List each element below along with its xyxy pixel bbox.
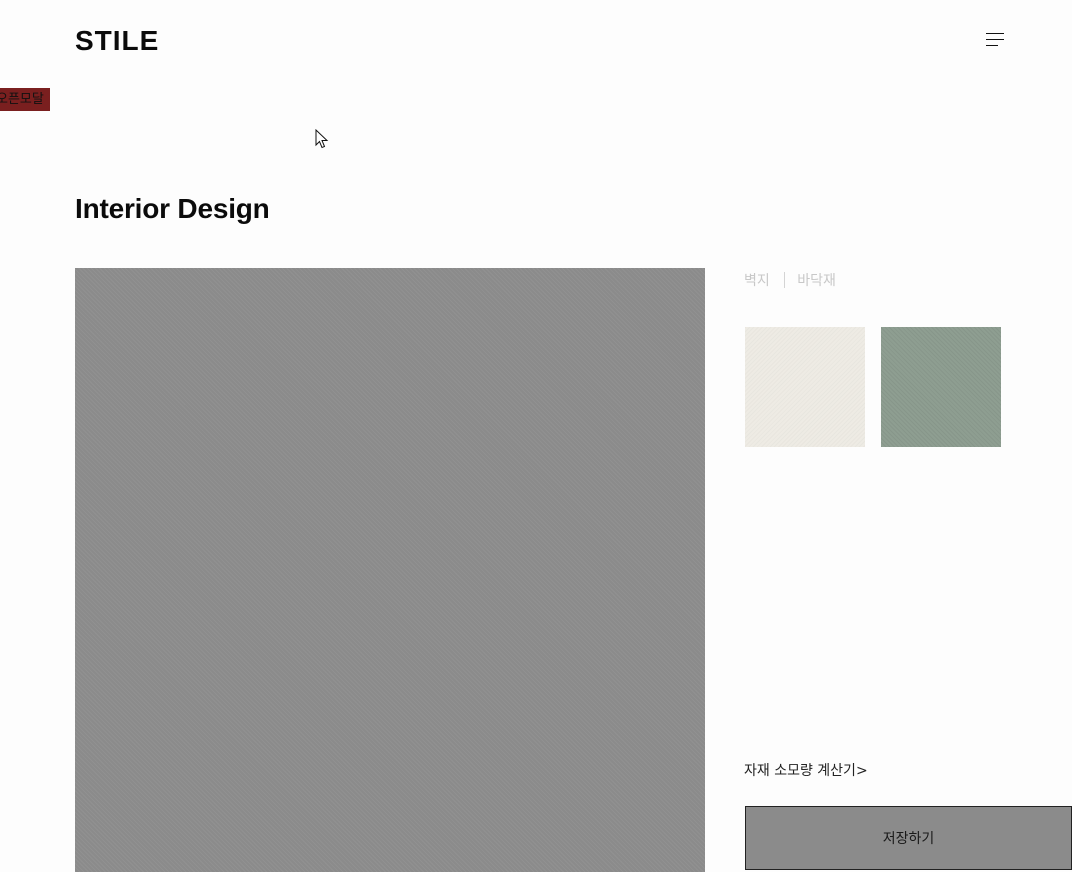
menu-line	[986, 39, 1004, 41]
material-calculator-link[interactable]: 자재 소모량 계산기>	[744, 760, 868, 780]
tab-flooring[interactable]: 바닥재	[797, 270, 836, 290]
tab-divider	[783, 272, 786, 288]
mouse-pointer-icon	[315, 128, 329, 149]
page-title: Interior Design	[75, 193, 270, 224]
menu-line	[986, 45, 998, 47]
material-tabs: 벽지 바닥재	[744, 270, 836, 290]
save-button[interactable]: 저장하기	[745, 806, 1072, 870]
material-swatch-ivory[interactable]	[745, 327, 865, 447]
stile-logo[interactable]: STILE	[75, 26, 185, 56]
material-swatch-sage-green[interactable]	[881, 327, 1001, 447]
logo-text: STILE	[75, 26, 159, 56]
stile-logo-graphic: STILE	[75, 26, 159, 56]
open-modal-button[interactable]: 오픈모달	[0, 88, 50, 111]
menu-line	[986, 33, 1004, 35]
design-preview-canvas	[75, 268, 705, 872]
tab-wallpaper[interactable]: 벽지	[744, 270, 770, 290]
hamburger-menu-icon[interactable]	[980, 30, 1004, 50]
